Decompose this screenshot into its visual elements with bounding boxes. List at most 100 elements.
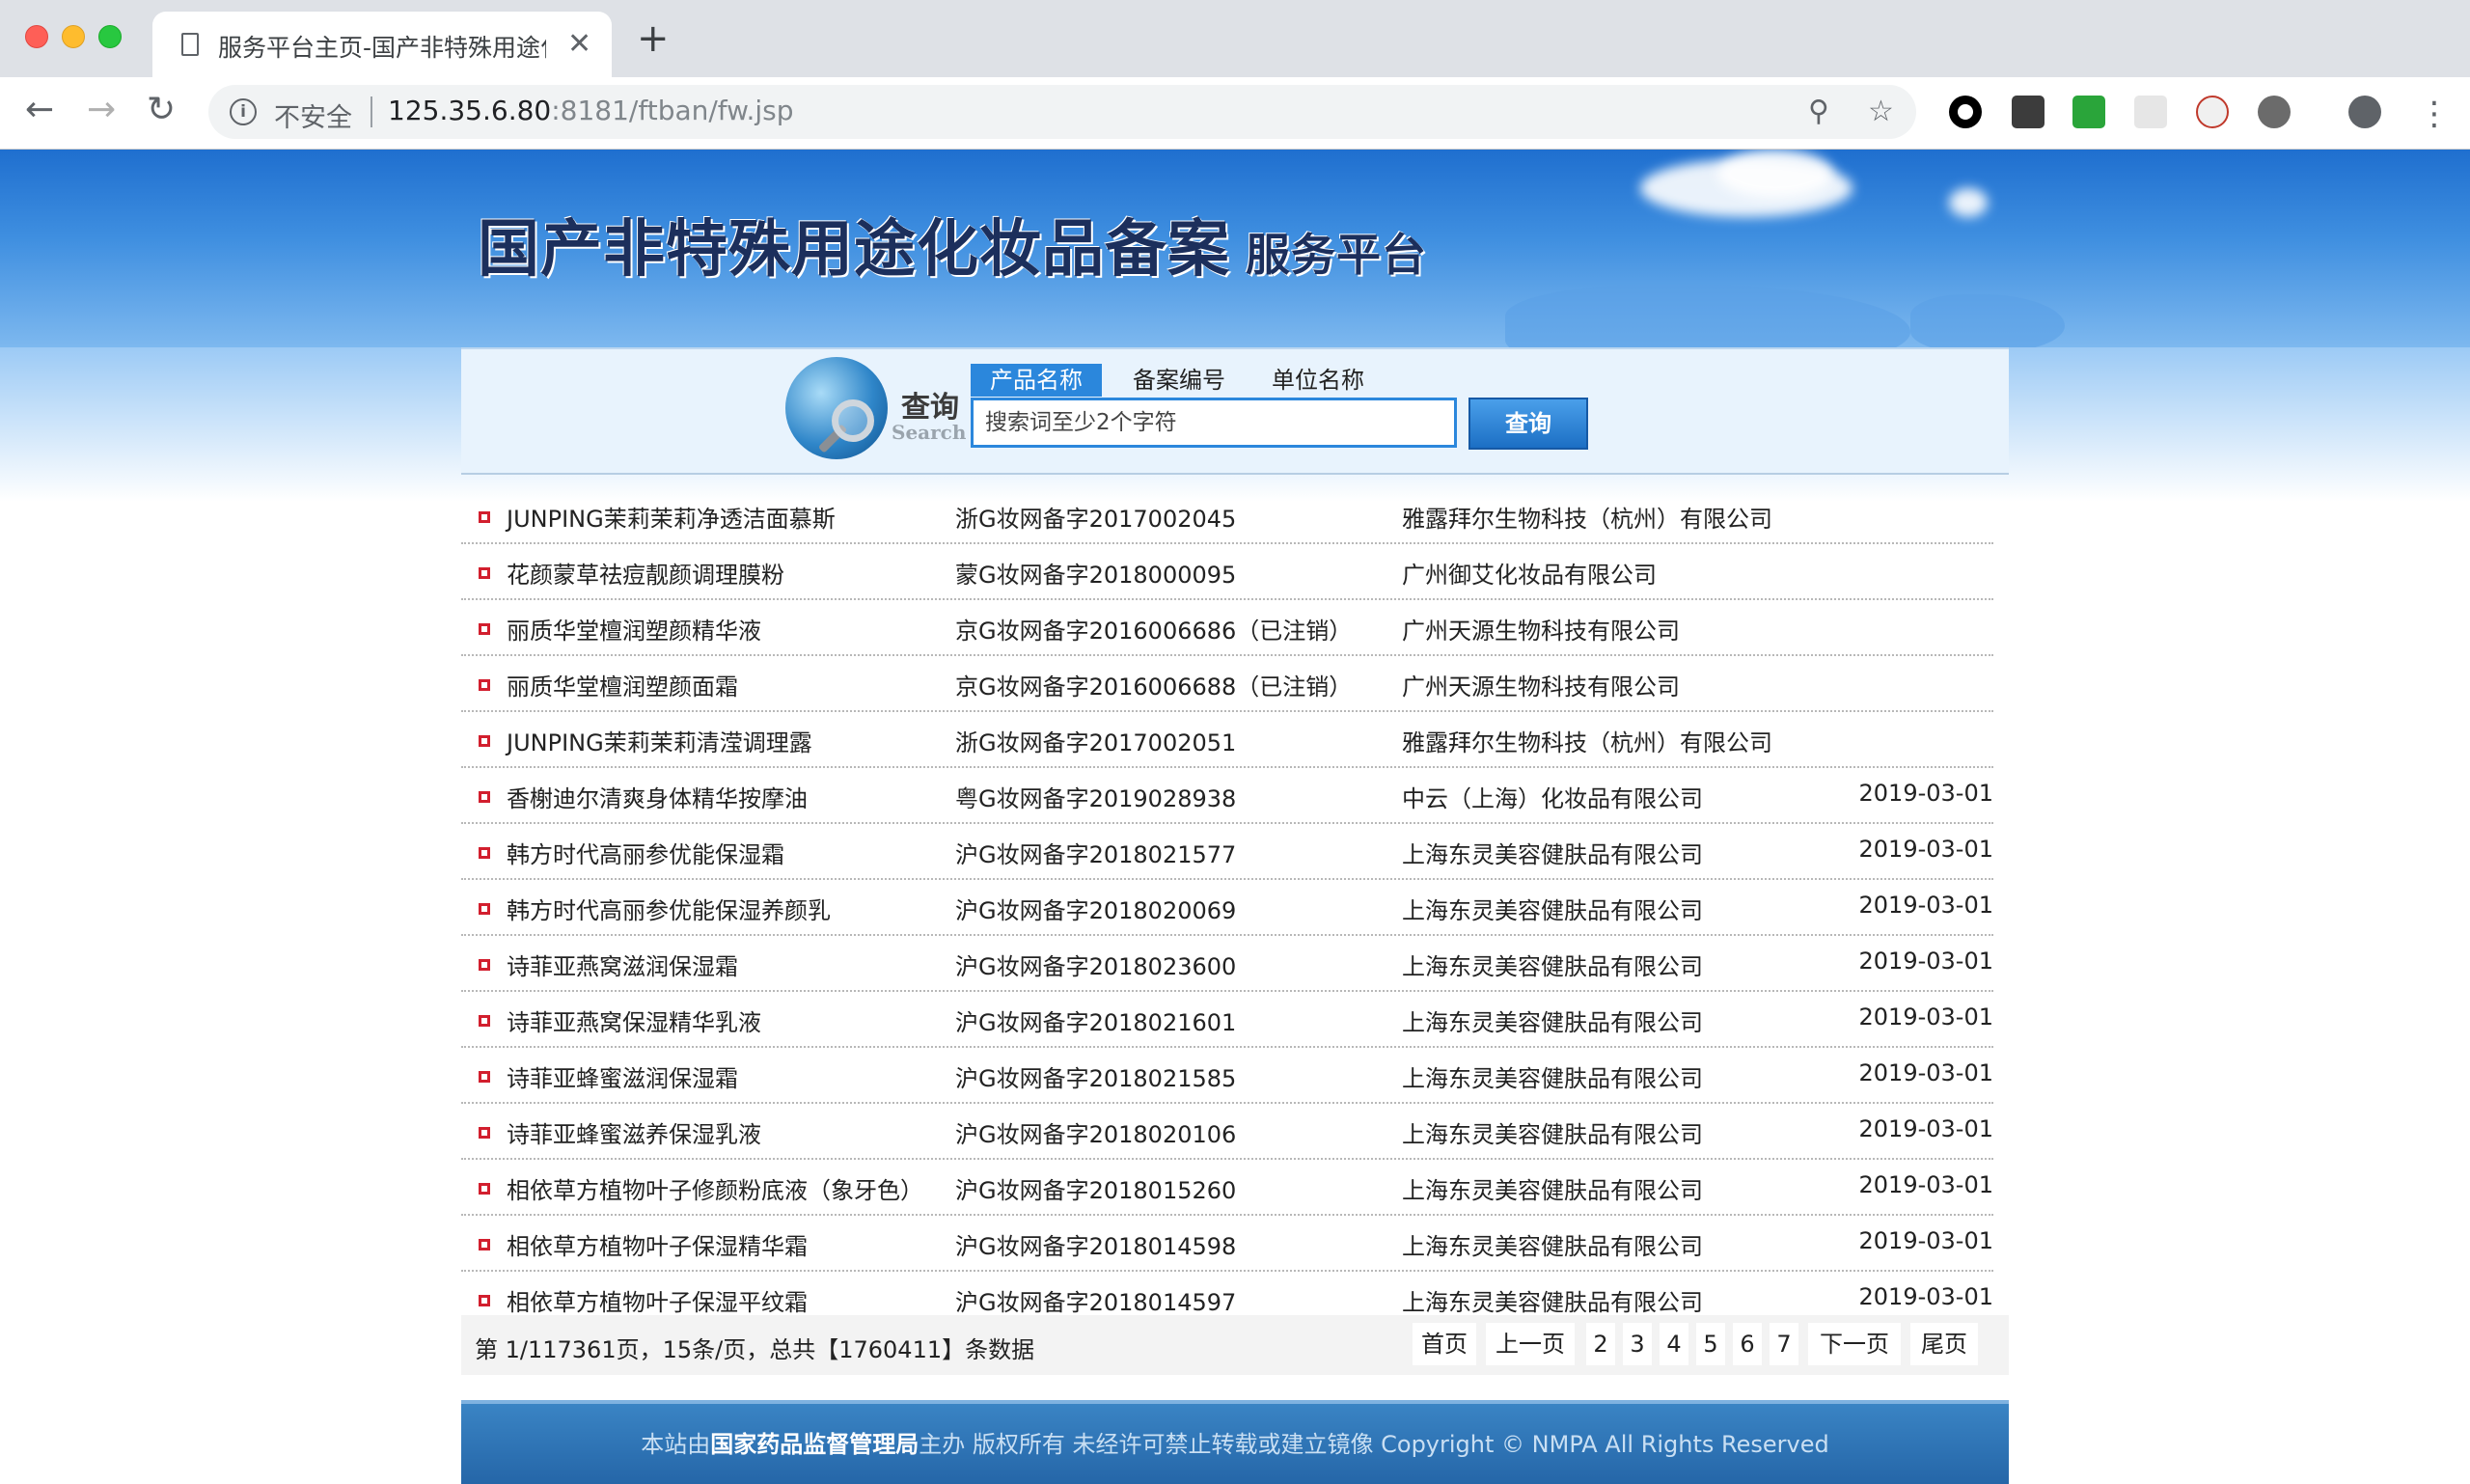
record-number: 沪G妆网备字2018014598 [955,1233,1237,1260]
url-text[interactable]: 125.35.6.80:8181/ftban/fw.jsp [388,95,794,126]
company-name: 上海东灵美容健肤品有限公司 [1402,841,1703,868]
divider [370,96,372,127]
record-date: 2019-03-01 [1858,1115,1993,1142]
product-name-link[interactable]: 花颜蒙草祛痘靓颜调理膜粉 [507,556,784,590]
product-name-link[interactable]: 韩方时代高丽参优能保湿养颜乳 [507,892,831,925]
product-name-link[interactable]: 诗菲亚蜂蜜滋润保湿霜 [507,1059,738,1093]
company-name: 雅露拜尔生物科技（杭州）有限公司 [1402,506,1772,533]
product-name-link[interactable]: 相依草方植物叶子保湿平纹霜 [507,1283,808,1317]
page-link[interactable]: 2 [1586,1323,1615,1365]
address-bar[interactable]: i 不安全 125.35.6.80:8181/ftban/fw.jsp ⚲ ☆ [208,85,1916,139]
profile-avatar-icon[interactable] [2348,96,2381,128]
table-row[interactable]: 韩方时代高丽参优能保湿霜 沪G妆网备字2018021577 上海东灵美容健肤品有限公… [461,824,1993,880]
zoom-icon[interactable]: ⚲ [1808,95,1829,128]
page-link[interactable]: 5 [1696,1323,1725,1365]
record-number: 沪G妆网备字2018014597 [955,1289,1237,1316]
record-number: 沪G妆网备字2018021585 [955,1065,1237,1092]
company-name: 中云（上海）化妆品有限公司 [1402,785,1703,812]
table-row[interactable]: 诗菲亚燕窝滋润保湿霜 沪G妆网备字2018023600 上海东灵美容健肤品有限公司 2… [461,936,1993,992]
browser-tab[interactable]: 服务平台主页-国产非特殊用途化 ✕ [152,12,612,77]
table-row[interactable]: 诗菲亚燕窝保湿精华乳液 沪G妆网备字2018021601 上海东灵美容健肤品有限公司… [461,992,1993,1048]
tab-record-number[interactable]: 备案编号 [1113,364,1245,397]
back-icon[interactable]: ← [25,91,54,129]
record-date: 2019-03-01 [1858,1283,1993,1310]
tab-company-name[interactable]: 单位名称 [1252,364,1384,397]
company-name: 上海东灵美容健肤品有限公司 [1402,1065,1703,1092]
product-name-link[interactable]: 相依草方植物叶子修颜粉底液（象牙色） [507,1171,923,1205]
menu-icon[interactable]: ⋮ [2418,95,2451,133]
url-path: :8181/ftban/fw.jsp [551,95,794,126]
record-number: 京G妆网备字2016006686（已注销） [955,618,1353,645]
search-label: 查询 [901,391,959,425]
product-name-link[interactable]: 香榭迪尔清爽身体精华按摩油 [507,780,808,813]
bullet-icon [479,1127,490,1139]
map-decoration [1505,285,1910,347]
footer-suffix: 主办 版权所有 未经许可禁止转载或建立镜像 Copyright © NMPA A… [919,1431,1829,1458]
table-row[interactable]: 相依草方植物叶子修颜粉底液（象牙色） 沪G妆网备字2018015260 上海东灵美容… [461,1160,1993,1216]
record-date: 2019-03-01 [1858,1059,1993,1086]
bug-extension-icon[interactable] [2196,96,2229,128]
product-name-link[interactable]: 丽质华堂檀润塑颜精华液 [507,612,761,646]
page-link[interactable]: 7 [1770,1323,1798,1365]
prev-page-button[interactable]: 上一页 [1486,1323,1575,1365]
tab-product-name[interactable]: 产品名称 [971,364,1102,397]
table-row[interactable]: JUNPING茉莉茉莉净透洁面慕斯 浙G妆网备字2017002045 雅露拜尔生物科… [461,488,1993,544]
katalon-extension-icon[interactable] [2072,96,2105,128]
record-date: 2019-03-01 [1858,1171,1993,1198]
page-link[interactable]: 3 [1623,1323,1652,1365]
product-name-link[interactable]: JUNPING茉莉茉莉净透洁面慕斯 [507,500,836,534]
close-window-button[interactable] [25,25,48,48]
table-row[interactable]: 诗菲亚蜂蜜滋养保湿乳液 沪G妆网备字2018020106 上海东灵美容健肤品有限公司… [461,1104,1993,1160]
product-name-link[interactable]: 诗菲亚蜂蜜滋养保湿乳液 [507,1115,761,1149]
record-date: 2019-03-01 [1858,892,1993,919]
product-name-link[interactable]: 韩方时代高丽参优能保湿霜 [507,836,784,869]
product-name-link[interactable]: 诗菲亚燕窝滋润保湿霜 [507,948,738,981]
search-input[interactable]: 搜索词至少2个字符 [971,398,1457,448]
company-name: 上海东灵美容健肤品有限公司 [1402,1177,1703,1204]
grid-extension-icon[interactable] [2134,96,2167,128]
company-name: 上海东灵美容健肤品有限公司 [1402,897,1703,924]
extension-circle-inner [1958,104,1973,120]
company-name: 上海东灵美容健肤品有限公司 [1402,1289,1703,1316]
table-row[interactable]: 丽质华堂檀润塑颜面霜 京G妆网备字2016006688（已注销） 广州天源生物科技有… [461,656,1993,712]
record-number: 京G妆网备字2016006688（已注销） [955,673,1353,701]
table-row[interactable]: 韩方时代高丽参优能保湿养颜乳 沪G妆网备字2018020069 上海东灵美容健肤品有… [461,880,1993,936]
company-name: 广州御艾化妆品有限公司 [1402,562,1657,589]
company-name: 上海东灵美容健肤品有限公司 [1402,953,1703,980]
search-button[interactable]: 查询 [1468,398,1588,450]
minimize-window-button[interactable] [62,25,85,48]
last-page-button[interactable]: 尾页 [1910,1323,1978,1365]
next-page-button[interactable]: 下一页 [1808,1323,1901,1365]
table-row[interactable]: 相依草方植物叶子保湿精华霜 沪G妆网备字2018014598 上海东灵美容健肤品有限… [461,1216,1993,1272]
browser-tabstrip: 服务平台主页-国产非特殊用途化 ✕ + [0,0,2470,77]
table-row[interactable]: 香榭迪尔清爽身体精华按摩油 粤G妆网备字2019028938 中云（上海）化妆品有限… [461,768,1993,824]
page-link[interactable]: 4 [1660,1323,1688,1365]
film-extension-icon[interactable] [2258,96,2291,128]
record-number: 沪G妆网备字2018015260 [955,1177,1237,1204]
table-row[interactable]: 丽质华堂檀润塑颜精华液 京G妆网备字2016006686（已注销） 广州天源生物科技… [461,600,1993,656]
reload-icon[interactable]: ↻ [147,91,176,129]
product-name-link[interactable]: JUNPING茉莉茉莉清滢调理露 [507,724,812,757]
bookmark-star-icon[interactable]: ☆ [1868,95,1894,128]
bullet-icon [479,1071,490,1083]
table-row[interactable]: 花颜蒙草祛痘靓颜调理膜粉 蒙G妆网备字2018000095 广州御艾化妆品有限公司 [461,544,1993,600]
table-row[interactable]: JUNPING茉莉茉莉清滢调理露 浙G妆网备字2017002051 雅露拜尔生物科技… [461,712,1993,768]
product-name-link[interactable]: 诗菲亚燕窝保湿精华乳液 [507,1003,761,1037]
product-name-link[interactable]: 相依草方植物叶子保湿精华霜 [507,1227,808,1261]
table-row[interactable]: 诗菲亚蜂蜜滋润保湿霜 沪G妆网备字2018021585 上海东灵美容健肤品有限公司 2… [461,1048,1993,1104]
extension-circle-icon[interactable] [1949,96,1982,128]
search-label-en: Search [892,421,967,444]
new-tab-button[interactable]: + [637,19,670,58]
close-tab-icon[interactable]: ✕ [567,27,591,61]
page-link[interactable]: 6 [1733,1323,1762,1365]
bullet-icon [479,735,490,747]
forward-icon[interactable]: → [87,91,116,129]
maximize-window-button[interactable] [98,25,122,48]
info-icon[interactable]: i [230,98,257,125]
first-page-button[interactable]: 首页 [1413,1323,1476,1365]
bullet-icon [479,567,490,579]
selenium-extension-icon[interactable] [2012,96,2045,128]
company-name: 雅露拜尔生物科技（杭州）有限公司 [1402,729,1772,756]
product-name-link[interactable]: 丽质华堂檀润塑颜面霜 [507,668,738,701]
security-status[interactable]: 不安全 [274,96,352,134]
